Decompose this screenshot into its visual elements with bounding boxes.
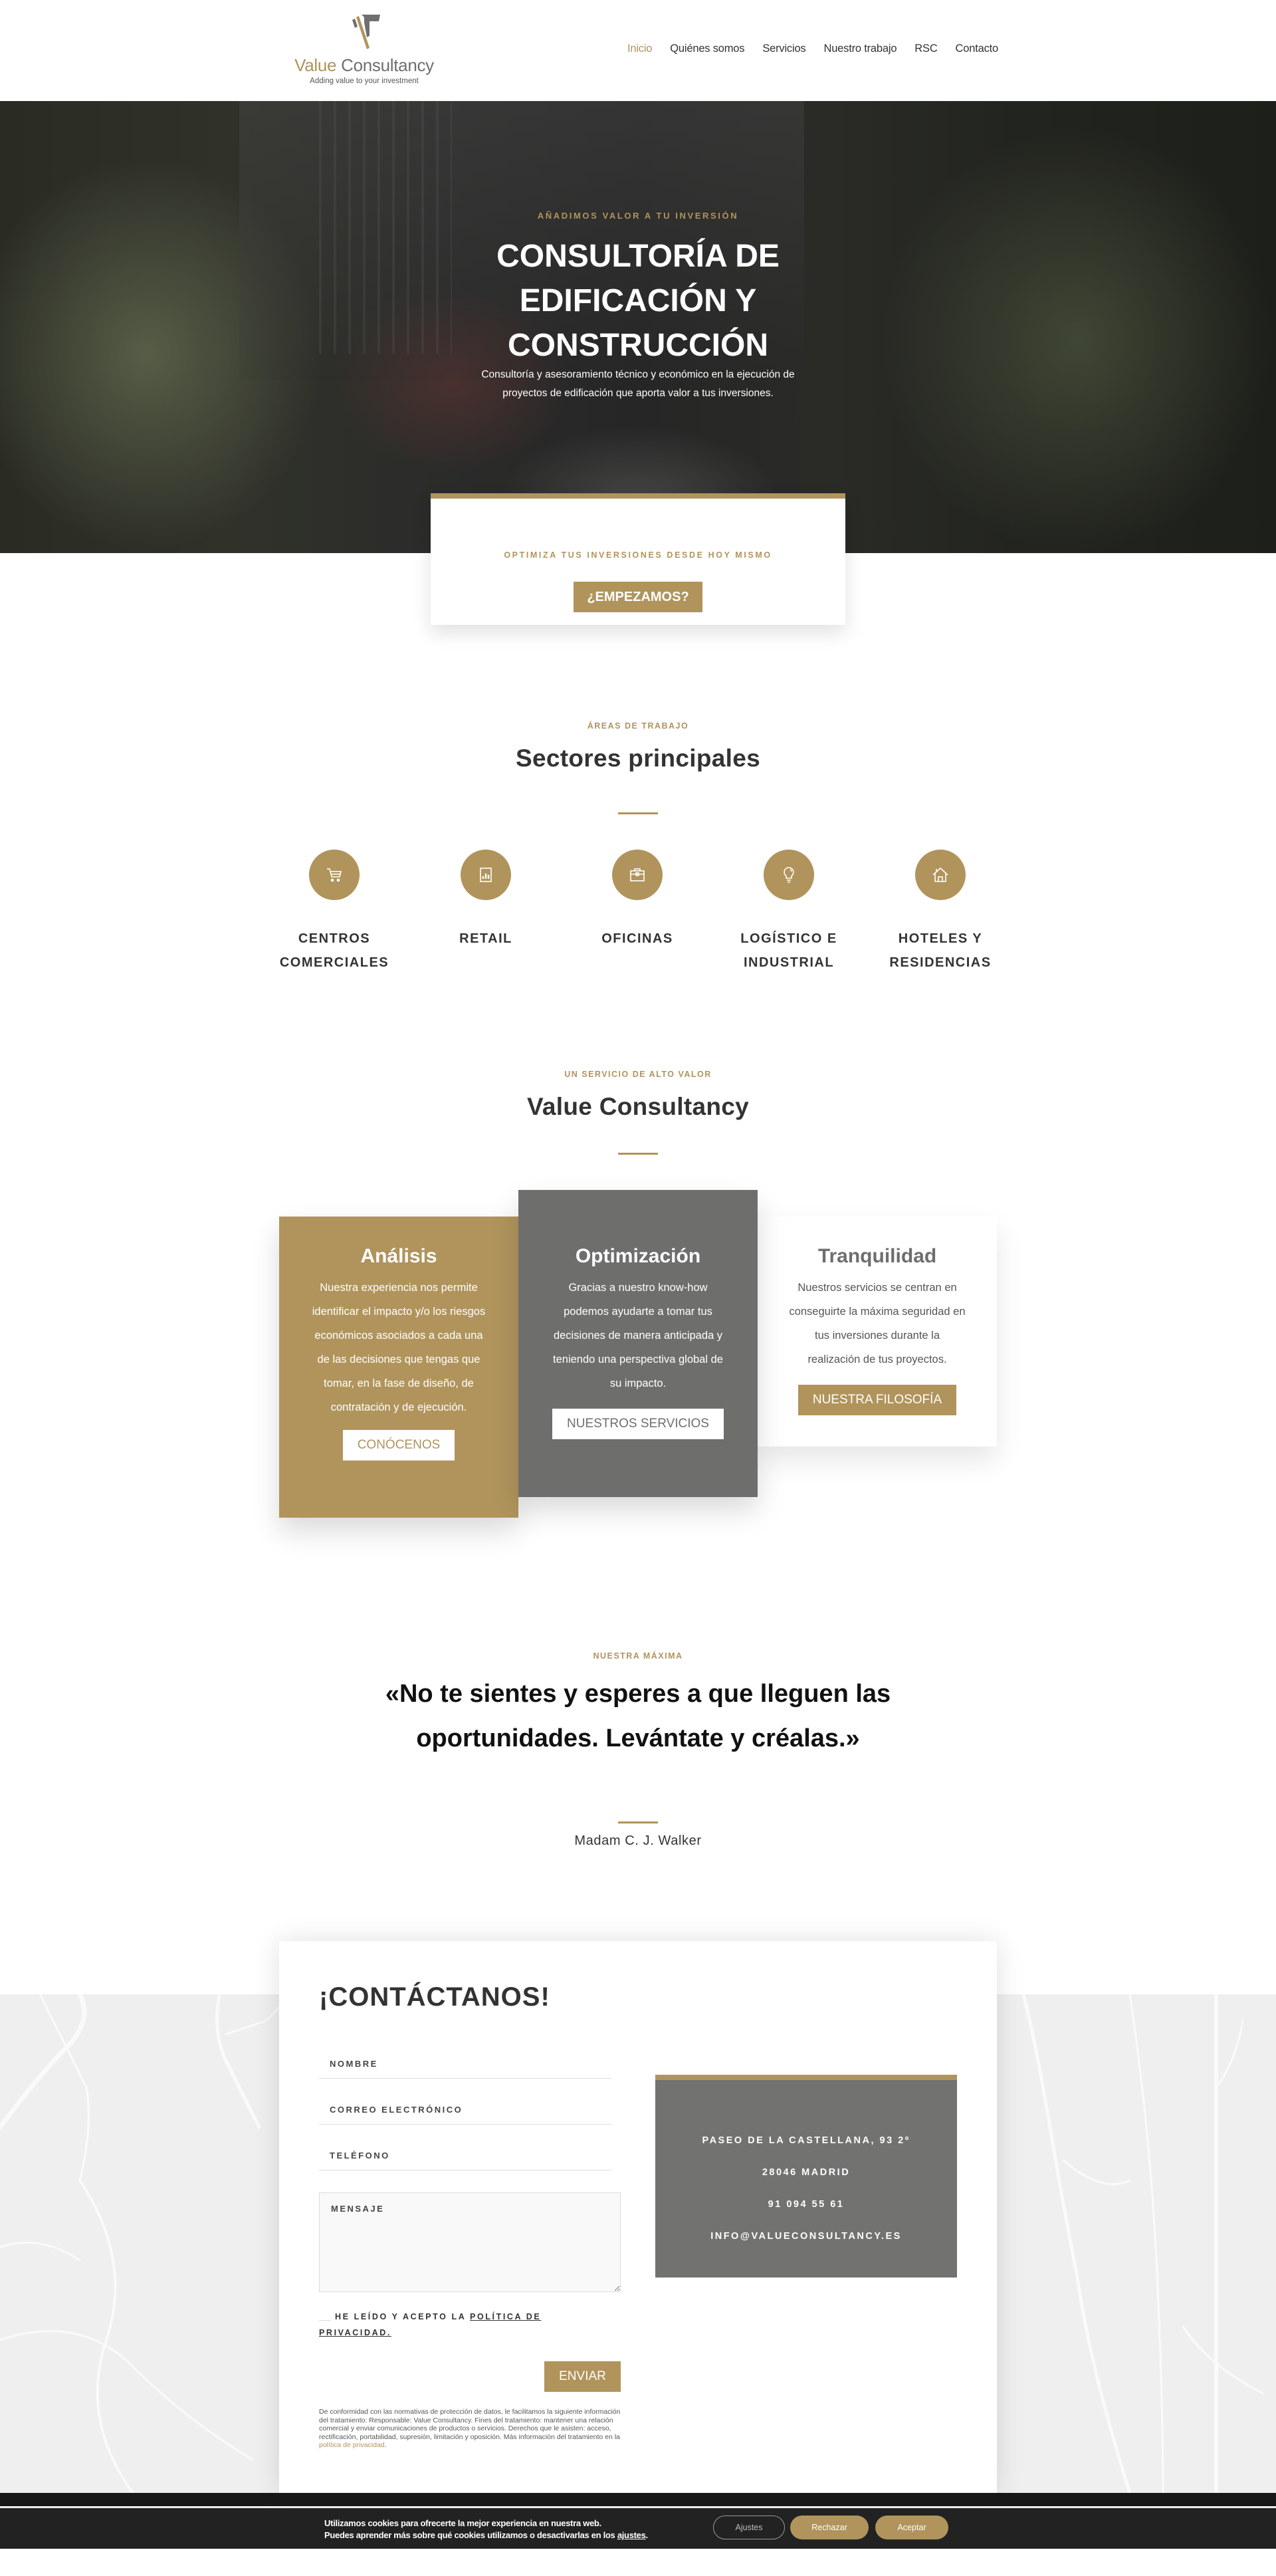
lightbulb-icon xyxy=(784,867,794,883)
value-divider xyxy=(618,1153,658,1155)
value-card-optimizacion: Optimización Gracias a nuestro know-how … xyxy=(518,1190,758,1497)
privacy-checkbox[interactable] xyxy=(319,2314,331,2321)
hero-title: CONSULTORÍA DE EDIFICACIÓN Y CONSTRUCCIÓ… xyxy=(496,239,780,363)
contact-title: ¡CONTÁCTANOS! xyxy=(319,1982,550,2012)
sector-label: OFICINAS xyxy=(601,931,673,946)
quote-eyebrow: NUESTRA MÁXIMA xyxy=(593,1651,683,1661)
our-services-button[interactable]: NUESTROS SERVICIOS xyxy=(552,1409,724,1439)
contact-section: ¡CONTÁCTANOS! HE LEÍDO Y ACEPTO LA POLÍT… xyxy=(279,1941,997,2493)
nav-item-servicios[interactable]: Servicios xyxy=(762,43,805,55)
email-input[interactable] xyxy=(319,2095,611,2125)
cookie-line-2-end: . xyxy=(645,2530,649,2540)
value-card-tranquilidad: Tranquilidad Nuestros servicios se centr… xyxy=(758,1217,997,1447)
shopping-cart-icon xyxy=(327,868,342,882)
sector-label: LOGÍSTICO E INDUSTRIAL xyxy=(740,931,837,970)
footer-strip xyxy=(0,2493,1276,2506)
message-textarea[interactable] xyxy=(319,2192,621,2292)
page-bottom xyxy=(0,2549,1276,2576)
sector-icon-circle xyxy=(461,850,511,900)
sector-label: HOTELES Y RESIDENCIAS xyxy=(889,931,992,970)
send-button[interactable]: ENVIAR xyxy=(544,2361,621,2392)
sector-oficinas[interactable]: OFICINAS xyxy=(564,850,710,951)
logo-word-consultancy: Consultancy xyxy=(336,55,434,75)
contact-phone[interactable]: 91 094 55 61 xyxy=(655,2188,957,2220)
sector-hoteles-residencias[interactable]: HOTELES Y RESIDENCIAS xyxy=(867,850,1013,975)
sector-centros-comerciales[interactable]: CENTROS COMERCIALES xyxy=(261,850,407,975)
logo-tagline: Adding value to your investment xyxy=(310,77,419,85)
cookie-line-2-text: Puedes aprender más sobre qué cookies ut… xyxy=(324,2530,617,2540)
site-logo[interactable]: Value Consultancy Adding value to your i… xyxy=(284,12,444,90)
sector-label: CENTROS COMERCIALES xyxy=(279,931,389,970)
value-card-text: Nuestros servicios se centran en consegu… xyxy=(789,1282,966,1365)
value-card-text: Nuestra experiencia nos permite identifi… xyxy=(312,1282,486,1413)
our-philosophy-button[interactable]: NUESTRA FILOSOFÍA xyxy=(798,1385,957,1415)
nav-item-contacto[interactable]: Contacto xyxy=(956,43,999,55)
main-nav: Inicio Quiénes somos Servicios Nuestro t… xyxy=(627,43,998,55)
contact-address: PASEO DE LA CASTELLANA, 93 2º xyxy=(702,2135,910,2146)
legal-end: . xyxy=(384,2441,387,2449)
cta-eyebrow: OPTIMIZA TUS INVERSIONES DESDE HOY MISMO xyxy=(504,550,772,560)
logo-wordmark: Value Consultancy xyxy=(284,55,444,76)
home-icon xyxy=(932,867,948,882)
cta-card: OPTIMIZA TUS INVERSIONES DESDE HOY MISMO… xyxy=(431,493,845,625)
cookie-settings-button[interactable]: Ajustes xyxy=(713,2516,785,2539)
logo-mark-icon xyxy=(352,15,380,49)
sectors-eyebrow: ÁREAS DE TRABAJO xyxy=(587,721,689,731)
hero-eyebrow: AÑADIMOS VALOR A TU INVERSIÓN xyxy=(537,211,739,221)
value-card-analisis: Análisis Nuestra experiencia nos permite… xyxy=(279,1217,518,1518)
consent-text: HE LEÍDO Y ACEPTO LA xyxy=(335,2312,471,2321)
value-card-title: Tranquilidad xyxy=(817,1245,937,1267)
sector-icon-circle xyxy=(309,850,360,900)
get-started-button[interactable]: ¿EMPEZAMOS? xyxy=(574,582,702,612)
hero-section: AÑADIMOS VALOR A TU INVERSIÓN CONSULTORÍ… xyxy=(0,101,1276,553)
about-us-button[interactable]: CONÓCENOS xyxy=(342,1430,455,1461)
legal-privacy-link[interactable]: política de privacidad xyxy=(319,2441,385,2449)
cookie-reject-button[interactable]: Rechazar xyxy=(790,2516,869,2539)
quote-text: «No te sientes y esperes a que lleguen l… xyxy=(385,1680,891,1752)
bar-chart-icon xyxy=(480,868,492,882)
value-eyebrow: UN SERVICIO DE ALTO VALOR xyxy=(564,1070,712,1079)
cookie-accept-button[interactable]: Aceptar xyxy=(875,2516,948,2539)
privacy-consent: HE LEÍDO Y ACEPTO LA POLÍTICA DE PRIVACI… xyxy=(319,2309,585,2341)
logo-word-value: Value xyxy=(294,55,337,75)
nav-item-inicio[interactable]: Inicio xyxy=(627,43,653,55)
site-header: Value Consultancy Adding value to your i… xyxy=(0,0,1276,101)
phone-input[interactable] xyxy=(319,2141,611,2170)
sector-retail[interactable]: RETAIL xyxy=(413,850,559,951)
cookie-banner: Utilizamos cookies para ofrecerte la mej… xyxy=(0,2507,1276,2549)
legal-text: De conformidad con las normativas de pro… xyxy=(319,2408,621,2441)
sectors-divider xyxy=(618,812,658,814)
cookie-settings-link[interactable]: ajustes xyxy=(617,2530,646,2540)
cookie-line-1: Utilizamos cookies para ofrecerte la mej… xyxy=(324,2518,601,2528)
legal-notice: De conformidad con las normativas de pro… xyxy=(319,2408,631,2450)
sector-icon-circle xyxy=(764,850,814,900)
nav-item-nuestro-trabajo[interactable]: Nuestro trabajo xyxy=(823,43,897,55)
contact-city: 28046 MADRID xyxy=(762,2167,851,2178)
nav-item-quienes-somos[interactable]: Quiénes somos xyxy=(670,43,744,55)
hero-subtitle: Consultoría y asesoramiento técnico y ec… xyxy=(481,369,795,399)
value-title: Value Consultancy xyxy=(526,1093,750,1120)
value-card-text: Gracias a nuestro know-how podemos ayuda… xyxy=(553,1282,723,1389)
briefcase-icon xyxy=(630,868,645,881)
quote-author: Madam C. J. Walker xyxy=(574,1833,702,1848)
value-card-title: Optimización xyxy=(575,1245,701,1267)
sector-icon-circle xyxy=(612,850,663,900)
value-card-title: Análisis xyxy=(360,1245,437,1267)
name-input[interactable] xyxy=(319,2049,611,2079)
cookie-message: Utilizamos cookies para ofrecerte la mej… xyxy=(324,2517,648,2541)
sectors-title: Sectores principales xyxy=(516,745,760,772)
sector-logistico-industrial[interactable]: LOGÍSTICO E INDUSTRIAL xyxy=(716,850,862,975)
nav-item-rsc[interactable]: RSC xyxy=(914,43,937,55)
contact-email[interactable]: INFO@VALUECONSULTANCY.ES xyxy=(655,2220,957,2252)
contact-info-box: PASEO DE LA CASTELLANA, 93 2º 28046 MADR… xyxy=(655,2075,957,2278)
quote-divider xyxy=(618,1821,658,1823)
cookie-line-2: Puedes aprender más sobre qué cookies ut… xyxy=(324,2529,648,2541)
sector-icon-circle xyxy=(915,850,966,900)
sector-label: RETAIL xyxy=(459,931,512,946)
